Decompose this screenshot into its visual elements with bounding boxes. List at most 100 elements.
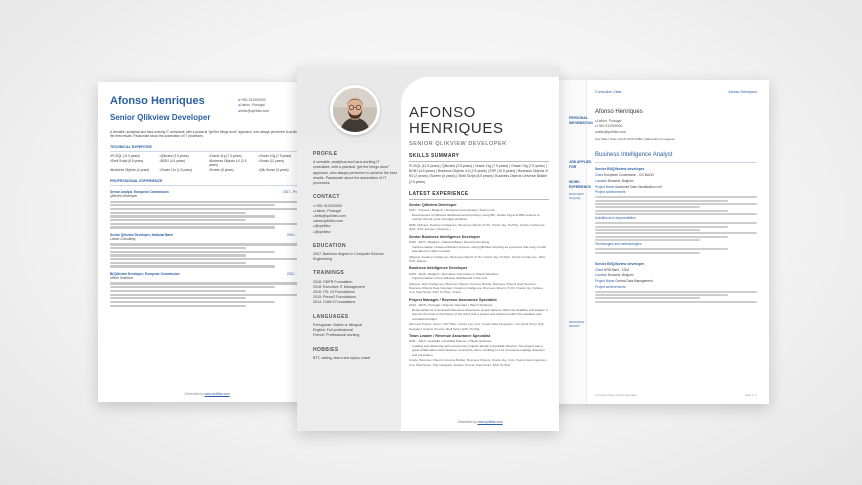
latest-experience-heading: LATEST EXPERIENCE xyxy=(409,191,549,200)
contact-social-2[interactable]: @qohlitsv xyxy=(313,230,397,235)
field-label: Location xyxy=(595,178,608,183)
job-tools: BI/BI, Qlikview, Desktop Intelligence, B… xyxy=(409,222,546,232)
name-line-first: AFONSO xyxy=(409,104,476,121)
text-line-placeholder xyxy=(595,225,728,228)
text-line-placeholder xyxy=(110,204,275,207)
text-line-placeholder xyxy=(595,239,701,242)
experience-entry: Business Intelligence Developer 2015 - 2… xyxy=(409,266,549,295)
text-line-placeholder xyxy=(110,226,275,229)
job-tools: Microsoft Project, Scrum, MS Office, Ora… xyxy=(409,322,545,331)
right-job-field: Project achievements xyxy=(595,285,757,290)
text-line-placeholder xyxy=(595,196,757,199)
text-line-placeholder xyxy=(595,213,757,216)
right-job-field: Technologies and methodologies xyxy=(595,242,757,247)
text-line-placeholder xyxy=(595,297,701,300)
left-job-company: Hitech Solutions xyxy=(110,276,134,281)
job-tools: Qlikview, Desktop Intelligence, Business… xyxy=(409,254,546,263)
left-job-company: Qlikview Developer xyxy=(110,194,138,199)
text-line-placeholder xyxy=(110,250,275,253)
text-line-placeholder xyxy=(110,297,246,300)
job-description: Development of Qlikview dashboard and re… xyxy=(412,212,540,222)
text-line-placeholder xyxy=(595,209,728,212)
center-main-content: SKILLS SUMMARY PL/SQL (11.5 years) | Qli… xyxy=(409,153,549,367)
right-applied-title: Business Intelligence Analyst xyxy=(595,151,757,164)
left-skills-heading: TECHNICAL EXPERTISE xyxy=(110,145,304,153)
text-line-placeholder xyxy=(595,290,757,293)
experience-entry: Team Leader / Revenue Assurance Speciali… xyxy=(409,334,549,367)
left-experience-heading: PROFESSIONAL EXPERIENCE xyxy=(110,179,304,186)
text-line-placeholder xyxy=(595,206,701,209)
text-line-placeholder xyxy=(595,235,728,238)
text-line-placeholder xyxy=(595,251,701,254)
experience-entry: Project Manager / Revenue Assurance Spec… xyxy=(409,298,549,331)
job-description: Implementation of four Qlikview dashboar… xyxy=(412,276,488,281)
education-heading: EDUCATION xyxy=(313,242,346,249)
field-label: Technologies and methodologies xyxy=(595,242,642,247)
hobbies-heading: HOBBIES xyxy=(313,346,339,353)
education-text: 2007: Bachelor degree in Computer Scienc… xyxy=(313,251,384,262)
text-line-placeholder xyxy=(110,211,246,214)
left-footer-prefix: Generated by xyxy=(184,392,204,397)
center-footer-link[interactable]: www.qohlitsv.com xyxy=(478,420,503,424)
job-tools: Oracle, Business Objects Universe Builde… xyxy=(409,358,548,367)
field-label: Client xyxy=(595,173,604,178)
text-line-placeholder xyxy=(110,304,246,307)
center-footer-prefix: Generated by xyxy=(457,420,477,424)
language-item: French: Professional working xyxy=(313,333,360,338)
text-line-placeholder xyxy=(595,228,701,231)
experience-entry: Senior Qlikview Developer 2017 - Present… xyxy=(409,203,549,232)
left-resume-page: Afonso Henriques Senior Qlikview Develop… xyxy=(98,82,316,402)
field-value: NRB Bank - CDM xyxy=(604,267,630,272)
text-line-placeholder xyxy=(110,286,275,289)
left-skill-item: Business Objects (4 years) xyxy=(110,168,156,173)
field-value: Central Data Management xyxy=(615,279,653,284)
profile-heading: PROFILE xyxy=(313,151,338,157)
contact-heading: CONTACT xyxy=(313,194,340,201)
field-label: Project achievements xyxy=(595,284,626,289)
left-job-entry: 2012 - 2014 BI/Qlikview Developer, Europ… xyxy=(110,272,304,307)
left-footer-link[interactable]: www.qohlitsv.com xyxy=(205,392,230,396)
left-job-entry: 2017 - Present Senior Analyst, European … xyxy=(110,190,304,229)
text-line-placeholder xyxy=(110,215,275,218)
right-job-role: Senior BI/Qlikview developer xyxy=(595,167,645,172)
job-tools: Qlikview, Web Intelligence, Business Obj… xyxy=(409,281,544,295)
right-job-field: Project achievements xyxy=(595,190,757,195)
text-line-placeholder xyxy=(110,300,275,304)
profile-text: A versatile, analytical and hard-working… xyxy=(313,160,397,186)
right-job-field: Location Brussels, Belgium xyxy=(595,273,757,278)
field-label: Location xyxy=(595,273,608,278)
field-label: Client xyxy=(595,267,604,272)
skills-summary-heading: SKILLS SUMMARY xyxy=(409,153,549,163)
field-label: Project achievements xyxy=(595,190,626,195)
right-footer-page: Page 1 / 2 xyxy=(745,394,757,398)
text-line-placeholder xyxy=(110,219,246,222)
field-value: Brussels, Belgium xyxy=(607,273,634,278)
right-job-field: Activities and responsibilities xyxy=(595,216,757,221)
left-skill-item: Shell Script (8.5 years) xyxy=(110,159,156,168)
right-job-field: Project Name Central Data Management xyxy=(595,279,757,284)
text-line-placeholder xyxy=(595,294,728,297)
hobbies-text: BTT, sailing, learn new topics, travel xyxy=(313,355,371,360)
languages-heading: LANGUAGES xyxy=(313,313,349,320)
right-job-date: 01/02/2016 - 06/2017 xyxy=(569,320,586,329)
text-line-placeholder xyxy=(110,254,246,257)
right-resume-contact: Lisbon, Portugal +351 912000000 hello@qo… xyxy=(595,119,757,135)
center-resume-role: SENIOR QLIKVIEW DEVELOPER xyxy=(409,141,507,147)
text-line-placeholder xyxy=(595,248,728,251)
field-value: Advanced Data Visualization unit xyxy=(615,184,662,189)
text-line-placeholder xyxy=(110,261,246,264)
text-line-placeholder xyxy=(110,282,304,285)
center-resume-page: AFONSO HENRIQUES SENIOR QLIKVIEW DEVELOP… xyxy=(297,67,559,431)
text-line-placeholder xyxy=(595,202,757,205)
right-header-left: Curriculum Vitae xyxy=(595,90,622,94)
left-job-company: Lisbon Consulting xyxy=(110,237,136,242)
right-contact-email: hello@qohlitsv.com xyxy=(595,130,757,135)
right-job-field: Location Brussels, Belgium xyxy=(595,179,757,184)
right-job-role: Senior BI/Qlikview developer xyxy=(595,261,645,266)
center-sidebar: PROFILE A versatile, analytical and hard… xyxy=(313,151,397,361)
left-job-entry: 2014 - 2017 Senior Qlikview Developer, N… xyxy=(110,233,304,268)
skills-summary-text: PL/SQL (11.5 years) | Qlikview (3.5 year… xyxy=(409,164,549,184)
text-line-placeholder xyxy=(110,289,246,292)
text-line-placeholder xyxy=(595,232,757,235)
text-line-placeholder xyxy=(110,207,304,211)
